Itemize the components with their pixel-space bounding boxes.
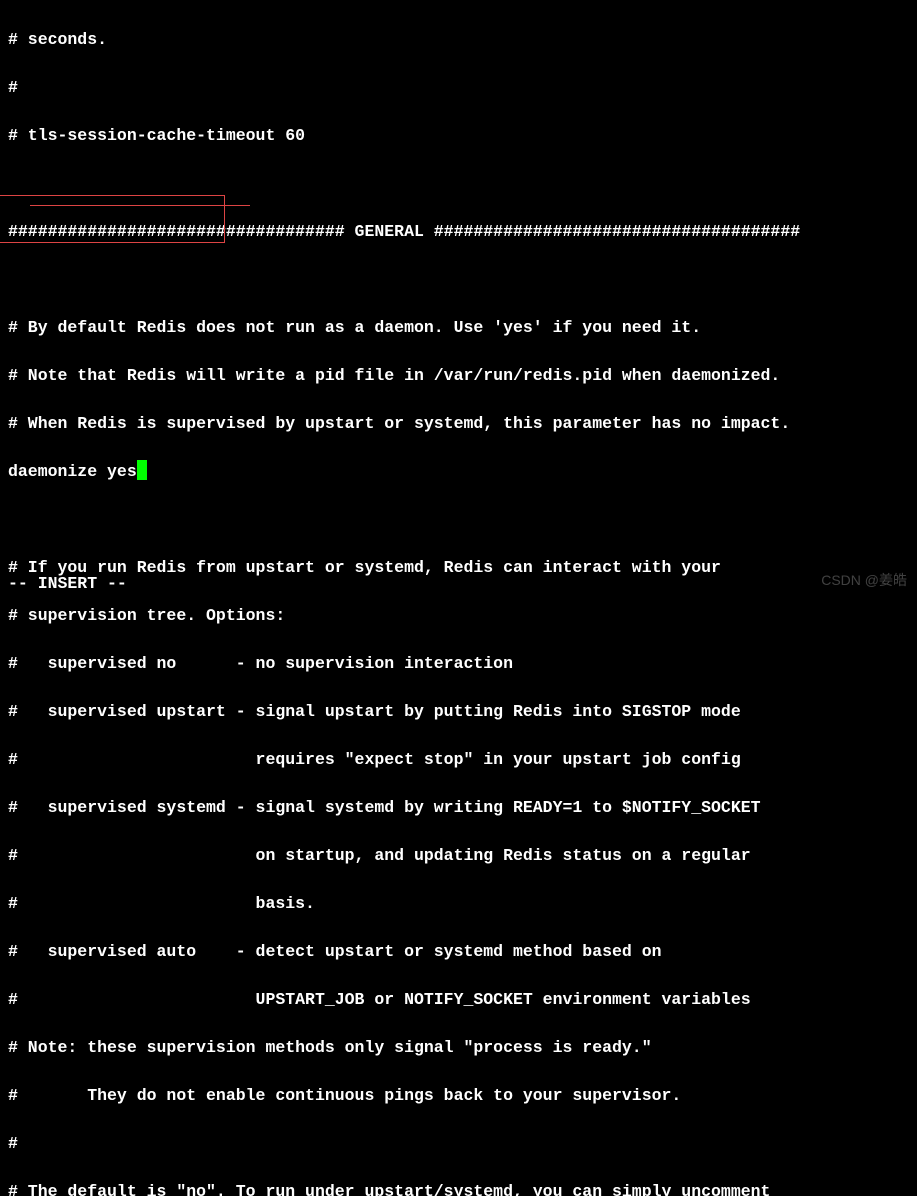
config-line: # supervised systemd - signal systemd by…	[8, 796, 909, 820]
config-line: # supervised upstart - signal upstart by…	[8, 700, 909, 724]
config-line	[8, 172, 909, 196]
config-line: # UPSTART_JOB or NOTIFY_SOCKET environme…	[8, 988, 909, 1012]
config-line	[8, 508, 909, 532]
config-line: # Note that Redis will write a pid file …	[8, 364, 909, 388]
daemonize-setting: daemonize yes	[8, 462, 137, 481]
config-line: # supervised auto - detect upstart or sy…	[8, 940, 909, 964]
config-line	[8, 268, 909, 292]
config-line: # on startup, and updating Redis status …	[8, 844, 909, 868]
config-line: # supervision tree. Options:	[8, 604, 909, 628]
config-line: #	[8, 76, 909, 100]
watermark-text: CSDN @姜皓	[821, 568, 907, 592]
config-line: # seconds.	[8, 28, 909, 52]
config-line: # They do not enable continuous pings ba…	[8, 1084, 909, 1108]
terminal-viewport[interactable]: # seconds. # # tls-session-cache-timeout…	[0, 0, 917, 1196]
config-line: # When Redis is supervised by upstart or…	[8, 412, 909, 436]
config-line: # The default is "no". To run under upst…	[8, 1180, 909, 1196]
config-section-header: ################################## GENER…	[8, 220, 909, 244]
vim-mode-indicator: -- INSERT --	[8, 572, 127, 596]
config-line: # If you run Redis from upstart or syste…	[8, 556, 909, 580]
config-line: # tls-session-cache-timeout 60	[8, 124, 909, 148]
config-line: # requires "expect stop" in your upstart…	[8, 748, 909, 772]
config-line: # Note: these supervision methods only s…	[8, 1036, 909, 1060]
config-line: # basis.	[8, 892, 909, 916]
config-active-line[interactable]: daemonize yes	[8, 460, 909, 484]
cursor-icon	[137, 460, 147, 480]
config-line: # By default Redis does not run as a dae…	[8, 316, 909, 340]
config-line: #	[8, 1132, 909, 1156]
config-line: # supervised no - no supervision interac…	[8, 652, 909, 676]
